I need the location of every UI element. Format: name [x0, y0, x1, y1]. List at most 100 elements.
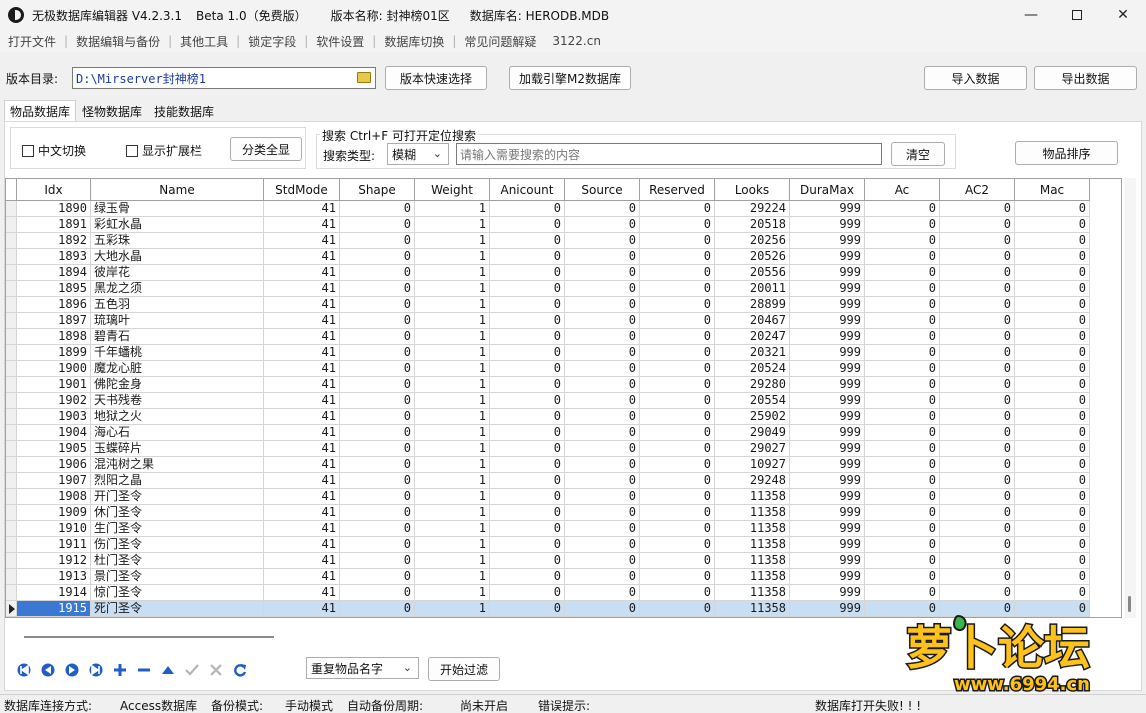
cell-idx[interactable]: 1890 [17, 201, 91, 217]
cell-reserved[interactable]: 0 [640, 537, 715, 553]
cell-ac2[interactable]: 0 [940, 553, 1015, 569]
table-row[interactable]: 1914 惊门圣令 41 0 1 0 0 0 11358 999 0 0 0 [6, 585, 1090, 601]
table-row[interactable]: 1907 烈阳之晶 41 0 1 0 0 0 29248 999 0 0 0 [6, 473, 1090, 489]
cell-weight[interactable]: 1 [415, 489, 490, 505]
cell-idx[interactable]: 1908 [17, 489, 91, 505]
row-indicator[interactable] [6, 345, 17, 361]
cell-stdmode[interactable]: 41 [264, 553, 340, 569]
cell-ac2[interactable]: 0 [940, 473, 1015, 489]
cell-ac2[interactable]: 0 [940, 329, 1015, 345]
cell-stdmode[interactable]: 41 [264, 409, 340, 425]
start-filter-button[interactable]: 开始过滤 [428, 657, 500, 681]
cell-ac2[interactable]: 0 [940, 457, 1015, 473]
cell-idx[interactable]: 1910 [17, 521, 91, 537]
table-row[interactable]: 1895 黑龙之须 41 0 1 0 0 0 20011 999 0 0 0 [6, 281, 1090, 297]
table-row[interactable]: 1898 碧青石 41 0 1 0 0 0 20247 999 0 0 0 [6, 329, 1090, 345]
cell-name[interactable]: 彼岸花 [91, 265, 264, 281]
cell-anicount[interactable]: 0 [490, 361, 565, 377]
cell-duramax[interactable]: 999 [790, 233, 865, 249]
cell-stdmode[interactable]: 41 [264, 345, 340, 361]
cell-source[interactable]: 0 [565, 345, 640, 361]
cell-looks[interactable]: 20321 [715, 345, 790, 361]
cell-duramax[interactable]: 999 [790, 553, 865, 569]
cell-duramax[interactable]: 999 [790, 201, 865, 217]
cell-source[interactable]: 0 [565, 521, 640, 537]
cell-shape[interactable]: 0 [340, 329, 415, 345]
refresh-button[interactable] [228, 660, 252, 680]
sort-items-button[interactable]: 物品排序 [1015, 141, 1118, 165]
cell-anicount[interactable]: 0 [490, 521, 565, 537]
cell-name[interactable]: 生门圣令 [91, 521, 264, 537]
scroll-thumb[interactable] [1128, 596, 1131, 612]
cell-looks[interactable]: 25902 [715, 409, 790, 425]
cell-ac2[interactable]: 0 [940, 377, 1015, 393]
cell-ac2[interactable]: 0 [940, 281, 1015, 297]
cell-weight[interactable]: 1 [415, 569, 490, 585]
cell-idx[interactable]: 1900 [17, 361, 91, 377]
cell-reserved[interactable]: 0 [640, 505, 715, 521]
cell-shape[interactable]: 0 [340, 505, 415, 521]
menu-lock-fields[interactable]: 锁定字段 [240, 33, 304, 50]
table-row[interactable]: 1902 天书残卷 41 0 1 0 0 0 20554 999 0 0 0 [6, 393, 1090, 409]
cell-ac2[interactable]: 0 [940, 297, 1015, 313]
table-row[interactable]: 1909 休门圣令 41 0 1 0 0 0 11358 999 0 0 0 [6, 505, 1090, 521]
cell-mac[interactable]: 0 [1015, 425, 1090, 441]
row-indicator[interactable] [6, 457, 17, 473]
cell-shape[interactable]: 0 [340, 409, 415, 425]
cell-name[interactable]: 大地水晶 [91, 249, 264, 265]
cell-source[interactable]: 0 [565, 281, 640, 297]
cell-stdmode[interactable]: 41 [264, 425, 340, 441]
cell-anicount[interactable]: 0 [490, 457, 565, 473]
cell-reserved[interactable]: 0 [640, 361, 715, 377]
cell-duramax[interactable]: 999 [790, 601, 865, 617]
row-indicator[interactable] [6, 281, 17, 297]
cell-ac[interactable]: 0 [865, 537, 940, 553]
cell-ac[interactable]: 0 [865, 505, 940, 521]
cell-idx[interactable]: 1903 [17, 409, 91, 425]
cell-duramax[interactable]: 999 [790, 297, 865, 313]
cell-mac[interactable]: 0 [1015, 265, 1090, 281]
tab-monsters[interactable]: 怪物数据库 [76, 100, 148, 122]
cell-duramax[interactable]: 999 [790, 457, 865, 473]
cell-ac[interactable]: 0 [865, 409, 940, 425]
cell-weight[interactable]: 1 [415, 521, 490, 537]
cell-idx[interactable]: 1891 [17, 217, 91, 233]
column-header-reserved[interactable]: Reserved [640, 179, 715, 201]
row-indicator[interactable] [6, 553, 17, 569]
cell-anicount[interactable]: 0 [490, 345, 565, 361]
row-indicator[interactable] [6, 393, 17, 409]
cell-shape[interactable]: 0 [340, 361, 415, 377]
cell-reserved[interactable]: 0 [640, 297, 715, 313]
cell-ac[interactable]: 0 [865, 441, 940, 457]
cell-mac[interactable]: 0 [1015, 361, 1090, 377]
cell-mac[interactable]: 0 [1015, 329, 1090, 345]
cell-ac[interactable]: 0 [865, 201, 940, 217]
cell-ac2[interactable]: 0 [940, 265, 1015, 281]
cell-stdmode[interactable]: 41 [264, 217, 340, 233]
post-record-button[interactable] [180, 660, 204, 680]
cell-duramax[interactable]: 999 [790, 217, 865, 233]
row-indicator[interactable] [6, 505, 17, 521]
cell-source[interactable]: 0 [565, 249, 640, 265]
cell-shape[interactable]: 0 [340, 441, 415, 457]
menu-site-link[interactable]: 3122.cn [544, 34, 609, 48]
cell-anicount[interactable]: 0 [490, 505, 565, 521]
row-indicator[interactable] [6, 361, 17, 377]
cell-duramax[interactable]: 999 [790, 345, 865, 361]
cell-reserved[interactable]: 0 [640, 425, 715, 441]
cell-anicount[interactable]: 0 [490, 425, 565, 441]
table-row[interactable]: 1911 伤门圣令 41 0 1 0 0 0 11358 999 0 0 0 [6, 537, 1090, 553]
table-row[interactable]: 1904 海心石 41 0 1 0 0 0 29049 999 0 0 0 [6, 425, 1090, 441]
cell-ac2[interactable]: 0 [940, 217, 1015, 233]
cell-weight[interactable]: 1 [415, 393, 490, 409]
cell-source[interactable]: 0 [565, 409, 640, 425]
cell-ac2[interactable]: 0 [940, 537, 1015, 553]
cell-anicount[interactable]: 0 [490, 537, 565, 553]
column-header-anicount[interactable]: Anicount [490, 179, 565, 201]
cell-reserved[interactable]: 0 [640, 601, 715, 617]
cell-stdmode[interactable]: 41 [264, 297, 340, 313]
cell-looks[interactable]: 11358 [715, 569, 790, 585]
cell-ac[interactable]: 0 [865, 233, 940, 249]
cell-mac[interactable]: 0 [1015, 585, 1090, 601]
cell-shape[interactable]: 0 [340, 297, 415, 313]
